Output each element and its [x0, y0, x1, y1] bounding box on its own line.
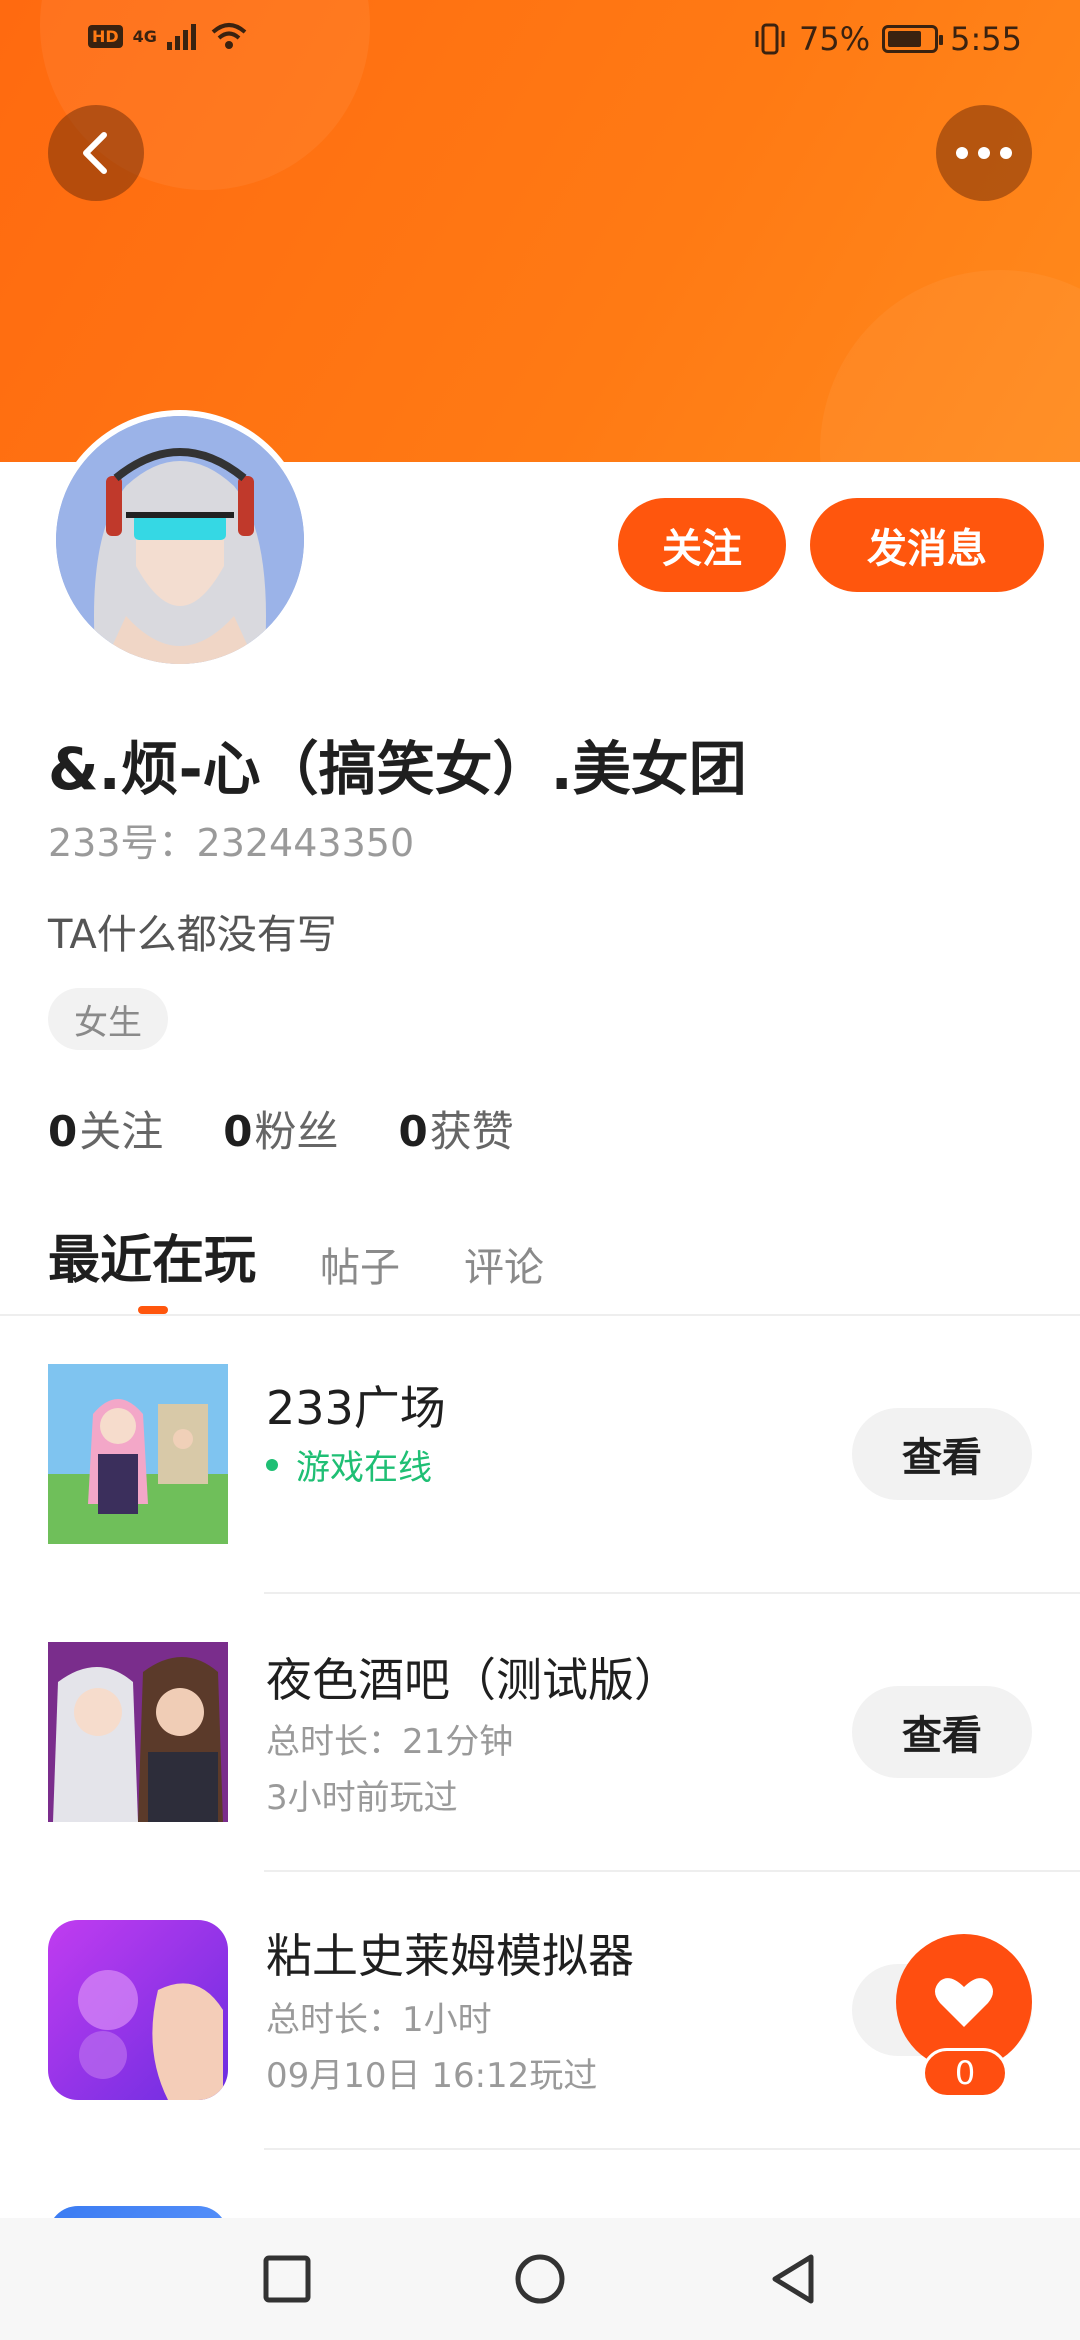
game-icon: [48, 1920, 228, 2100]
recent-apps-button[interactable]: [257, 2249, 317, 2309]
more-button[interactable]: [936, 105, 1032, 201]
status-left: HD 4G: [88, 22, 247, 50]
stat-likes[interactable]: 0获赞: [399, 1098, 514, 1159]
signal-icon: [166, 24, 196, 50]
header-decoration: [820, 270, 1080, 462]
online-status-text: 游戏在线: [296, 1448, 432, 1488]
chevron-left-icon: [83, 132, 107, 174]
status-right: 75% 5:55: [753, 20, 1022, 58]
square-icon: [263, 2255, 311, 2303]
game-name: 233广场: [266, 1381, 446, 1435]
stat-following[interactable]: 0关注: [48, 1098, 163, 1159]
game-cover-image: [48, 1920, 228, 2100]
game-name: 粘土史莱姆模拟器: [266, 1929, 634, 1983]
status-bar: HD 4G 75% 5:55: [0, 0, 1080, 80]
stat-label: 粉丝: [254, 1107, 339, 1156]
triangle-back-icon: [772, 2254, 814, 2304]
game-row[interactable]: 夜色酒吧（测试版） 总时长：21分钟 3小时前玩过 查看: [0, 1594, 1080, 1872]
stat-label: 关注: [79, 1107, 164, 1156]
user-id: 233号：232443350: [48, 821, 415, 865]
game-cover-image: [48, 1642, 228, 1822]
battery-icon: [882, 25, 944, 53]
network-type: 4G: [132, 26, 157, 46]
game-row[interactable]: 233广场 游戏在线 查看: [0, 1316, 1080, 1594]
stat-value: 0: [223, 1107, 253, 1156]
gender-tag: 女生: [48, 988, 168, 1050]
game-icon: [48, 1364, 228, 1544]
battery-percent: 75%: [799, 20, 871, 58]
more-dots-icon: [956, 147, 1012, 159]
game-last-played: 09月10日 16:12玩过: [266, 2056, 598, 2096]
hd-badge: HD: [88, 24, 123, 48]
view-button[interactable]: 查看: [852, 1686, 1032, 1778]
game-icon: [48, 1642, 228, 1822]
back-button[interactable]: [48, 105, 144, 201]
clock: 5:55: [950, 20, 1022, 58]
game-cover-image: [48, 1364, 228, 1544]
tab-posts[interactable]: 帖子: [320, 1235, 400, 1293]
send-message-button[interactable]: 发消息: [810, 498, 1044, 592]
tab-bar: 最近在玩 帖子 评论: [48, 1218, 544, 1293]
online-dot: [266, 1458, 278, 1471]
stat-value: 0: [398, 1107, 428, 1156]
username: &.烦-心（搞笑女）.美女团: [48, 735, 747, 803]
heart-icon: [935, 1978, 993, 2027]
follow-button[interactable]: 关注: [618, 498, 786, 592]
system-nav-bar: [0, 2218, 1080, 2340]
view-button[interactable]: 查看: [852, 1408, 1032, 1500]
game-duration: 总时长：1小时: [266, 2000, 492, 2040]
tab-recently-played[interactable]: 最近在玩: [48, 1218, 256, 1293]
tab-indicator: [138, 1306, 168, 1314]
avatar-image: [56, 416, 304, 664]
like-count-badge: 0: [922, 2048, 1008, 2098]
game-duration: 总时长：21分钟: [266, 1722, 514, 1762]
stat-value: 0: [48, 1107, 78, 1156]
game-name: 夜色酒吧（测试版）: [266, 1653, 680, 1707]
wifi-icon: [211, 23, 247, 49]
home-button[interactable]: [510, 2249, 570, 2309]
stat-fans[interactable]: 0粉丝: [223, 1098, 338, 1159]
vibrate-icon: [755, 23, 785, 55]
avatar[interactable]: [50, 410, 310, 670]
circle-icon: [515, 2254, 565, 2304]
back-nav-button[interactable]: [763, 2249, 823, 2309]
game-online-status: 游戏在线: [266, 1440, 432, 1489]
battery-level: [888, 31, 922, 47]
bio: TA什么都没有写: [48, 912, 337, 958]
stat-label: 获赞: [429, 1107, 514, 1156]
game-last-played: 3小时前玩过: [266, 1778, 458, 1818]
stats-row: 0关注 0粉丝 0获赞: [48, 1098, 514, 1159]
tab-comments[interactable]: 评论: [464, 1235, 544, 1293]
row-divider: [264, 2148, 1080, 2150]
